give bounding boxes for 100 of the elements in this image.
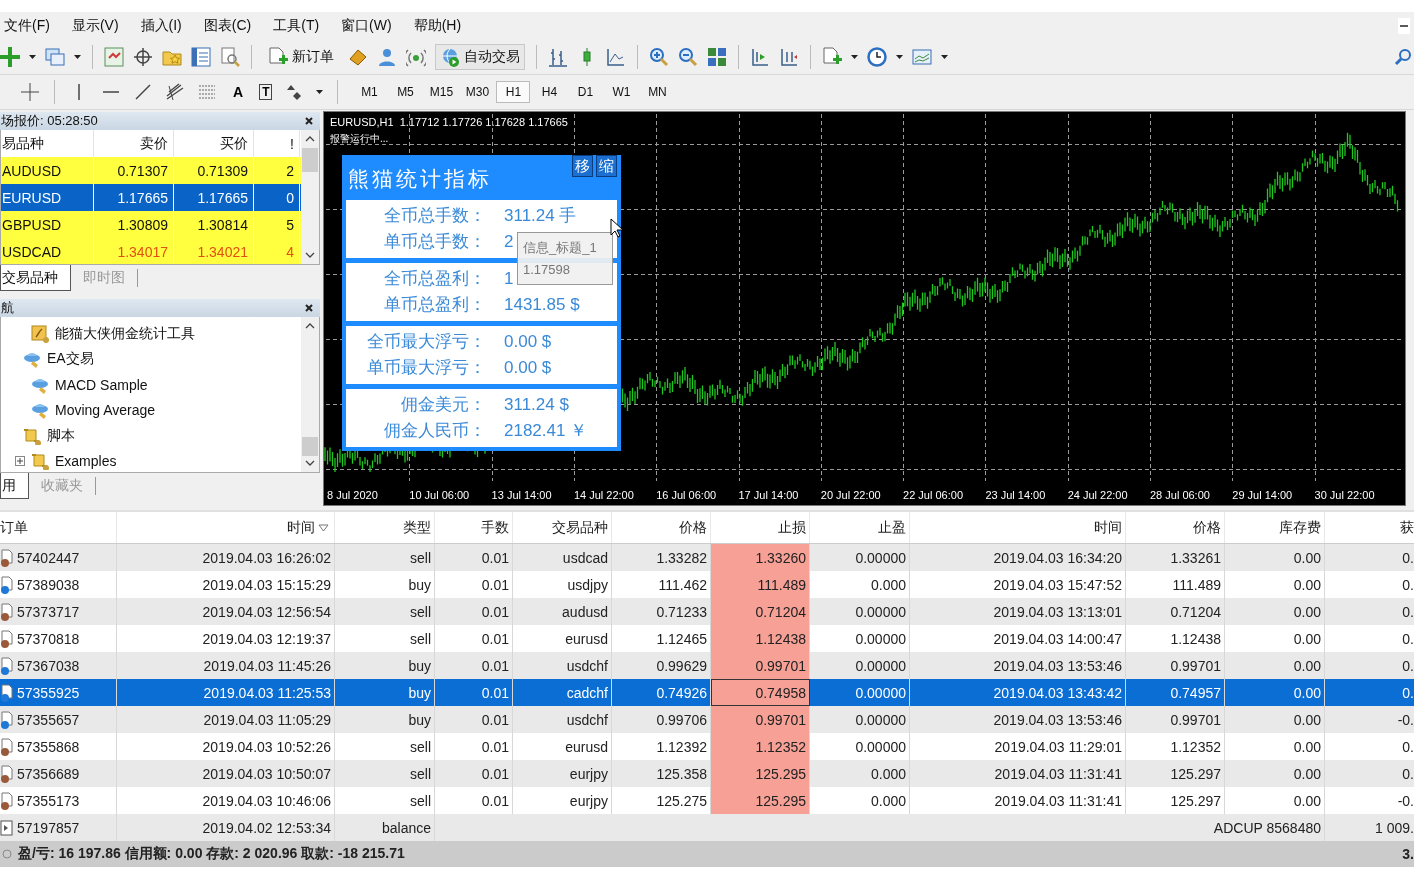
table-cell: 2019.04.03 16:26:02	[117, 544, 335, 571]
timeframe-button[interactable]: H1	[496, 81, 531, 103]
table-cell: 0.99701	[711, 652, 810, 679]
order-row[interactable]: 57367038 2019.04.03 11:45:26 buy 0.01 usdchf 0.99629 0.99701 0.00000 2019.04.03 13:53:46 0.99701 0.00 0.	[0, 652, 1414, 679]
quote-row[interactable]: USDCAD 1.34017 1.34021 4	[1, 238, 301, 264]
time-axis-label: 24 Jul 22:00	[1067, 489, 1129, 501]
zoom-out-icon[interactable]	[678, 47, 698, 67]
page-zoom-icon[interactable]	[220, 47, 240, 67]
scrollbar[interactable]	[301, 130, 319, 264]
column-header[interactable]: 时间	[117, 512, 335, 543]
text-tool[interactable]: A	[229, 84, 248, 100]
signal-icon[interactable]	[406, 47, 426, 67]
table-cell: 0.000	[810, 760, 910, 787]
order-row[interactable]: 57402447 2019.04.03 16:26:02 sell 0.01 usdcad 1.33282 1.33260 0.00000 2019.04.03 16:34:20 1.33261 0.00 0.	[0, 544, 1414, 571]
tree-item[interactable]: 脚本	[47, 426, 75, 445]
menu-item[interactable]: 显示(V)	[71, 17, 119, 35]
panel-tab[interactable]: 交易品种	[0, 265, 71, 291]
chart-windows-icon[interactable]	[45, 47, 65, 67]
close-icon[interactable]	[304, 303, 314, 313]
table-cell: 0.01	[435, 760, 513, 787]
table-cell: 0.71204	[1126, 598, 1225, 625]
panel-title: 熊猫统计指标	[347, 166, 492, 193]
expert-icon	[23, 350, 41, 369]
panel-tab[interactable]: 用	[0, 473, 29, 499]
auto-scroll-icon[interactable]	[779, 47, 799, 67]
scrollbar[interactable]	[301, 317, 319, 472]
tree-item[interactable]: Examples	[55, 453, 117, 470]
column-header[interactable]: 类型	[335, 512, 435, 543]
quote-row[interactable]: EURUSD 1.17665 1.17665 0	[1, 184, 301, 211]
list-window-icon[interactable]	[191, 47, 211, 67]
tree-item[interactable]: 能猫大侠佣金统计工具	[55, 324, 195, 343]
time-axis-label: 17 Jul 14:00	[738, 489, 800, 501]
column-header[interactable]: 价格	[1126, 512, 1225, 543]
order-row[interactable]: 57355657 2019.04.03 11:05:29 buy 0.01 usdchf 0.99706 0.99701 0.00000 2019.04.03 13:53:46 0.99701 0.00 -0.	[0, 706, 1414, 733]
column-header[interactable]: 获	[1325, 512, 1414, 543]
column-header[interactable]: 价格	[612, 512, 711, 543]
stat-label: 单币总手数：	[383, 231, 486, 253]
line-chart-icon[interactable]	[606, 47, 626, 67]
order-row[interactable]: 57355925 2019.04.03 11:25:53 buy 0.01 cadchf 0.74926 0.74958 0.00000 2019.04.03 13:43:42 0.74957 0.00 0.	[0, 679, 1414, 706]
column-header[interactable]: 订单	[0, 512, 117, 543]
plus-icon[interactable]	[0, 47, 20, 67]
column-header[interactable]: 手数	[435, 512, 513, 543]
stat-value: 2182.41 ￥	[504, 420, 588, 442]
close-icon[interactable]	[304, 116, 314, 126]
table-cell: usdcad	[513, 544, 612, 571]
scroll-thumb[interactable]	[302, 437, 318, 456]
column-header[interactable]: 库存费	[1225, 512, 1325, 543]
crosshair-icon[interactable]	[133, 47, 153, 67]
auto-trading-button[interactable]: 自动交易	[435, 44, 525, 70]
panel-button[interactable]: 移	[572, 155, 593, 177]
tree-item[interactable]: Moving Average	[55, 402, 156, 419]
menu-item[interactable]: 图表(C)	[203, 17, 252, 35]
column-header[interactable]: 止盈	[810, 512, 910, 543]
menu-item[interactable]: 窗口(W)	[341, 17, 392, 35]
fibonacci-icon[interactable]	[165, 82, 185, 102]
order-row[interactable]: 57356689 2019.04.03 10:50:07 sell 0.01 eurjpy 125.358 125.295 0.000 2019.04.03 11:31:41 125.297 0.00 0.	[0, 760, 1414, 787]
market-watch-icon[interactable]	[104, 47, 124, 67]
tooltip-title: 信息_标题_1	[523, 239, 598, 257]
quote-row[interactable]: AUDUSD 0.71307 0.71309 2	[1, 157, 301, 184]
menu-item[interactable]: 文件(F)	[4, 17, 50, 35]
document-plus-icon[interactable]	[822, 47, 842, 67]
order-row[interactable]: 57373717 2019.04.03 12:56:54 sell 0.01 audusd 0.71233 0.71204 0.00000 2019.04.03 13:13:01 0.71204 0.00 0.	[0, 598, 1414, 625]
table-cell: sell	[335, 598, 435, 625]
bar-chart-icon[interactable]	[548, 47, 568, 67]
table-cell: 57355657	[0, 706, 117, 733]
quote-row[interactable]: GBPUSD 1.30809 1.30814 5	[1, 211, 301, 238]
tree-item[interactable]: EA交易	[47, 350, 94, 369]
person-icon[interactable]	[377, 47, 397, 67]
clock-icon[interactable]	[867, 47, 887, 67]
table-cell: 0.00	[1225, 544, 1325, 571]
scroll-thumb[interactable]	[302, 148, 318, 172]
column-header[interactable]: 止损	[711, 512, 810, 543]
menu-item[interactable]: 帮助(H)	[413, 17, 462, 35]
column-header[interactable]: 交易品种	[513, 512, 612, 543]
panel-button[interactable]: 缩	[596, 155, 617, 177]
template-icon[interactable]	[912, 47, 932, 67]
column-header[interactable]: 时间	[910, 512, 1126, 543]
order-row[interactable]: 57197857 2019.04.02 12:53:34 balance ADCUP 8568480 1 009.	[0, 814, 1414, 841]
expand-icon[interactable]	[15, 456, 25, 467]
tree-item[interactable]: MACD Sample	[55, 376, 148, 393]
stat-value: 1	[504, 268, 514, 290]
table-cell-text: 0.	[1401, 629, 1414, 649]
table-cell-text: 0.	[1401, 683, 1414, 703]
label-tool[interactable]: T	[259, 84, 273, 100]
menu-item[interactable]: 插入(I)	[140, 17, 182, 35]
table-cell: 111.489	[711, 571, 810, 598]
search-icon[interactable]	[1394, 47, 1414, 67]
zoom-in-icon[interactable]	[649, 47, 669, 67]
tile-windows-icon[interactable]	[707, 47, 727, 67]
table-cell-text: 0.	[1401, 764, 1414, 784]
total-profit: 3.	[1402, 846, 1414, 862]
diamond-icon[interactable]	[348, 47, 368, 67]
menu-item[interactable]: 工具(T)	[273, 17, 320, 35]
table-cell: 0.00000	[810, 598, 910, 625]
trend-line-icon[interactable]	[133, 82, 153, 102]
table-cell: 0.99701	[711, 706, 810, 733]
chart-shift-icon[interactable]	[750, 47, 770, 67]
table-cell: 2019.04.03 11:31:41	[910, 760, 1126, 787]
stat-label: 佣金人民币：	[383, 420, 486, 442]
minimize-icon[interactable]	[1398, 18, 1410, 34]
